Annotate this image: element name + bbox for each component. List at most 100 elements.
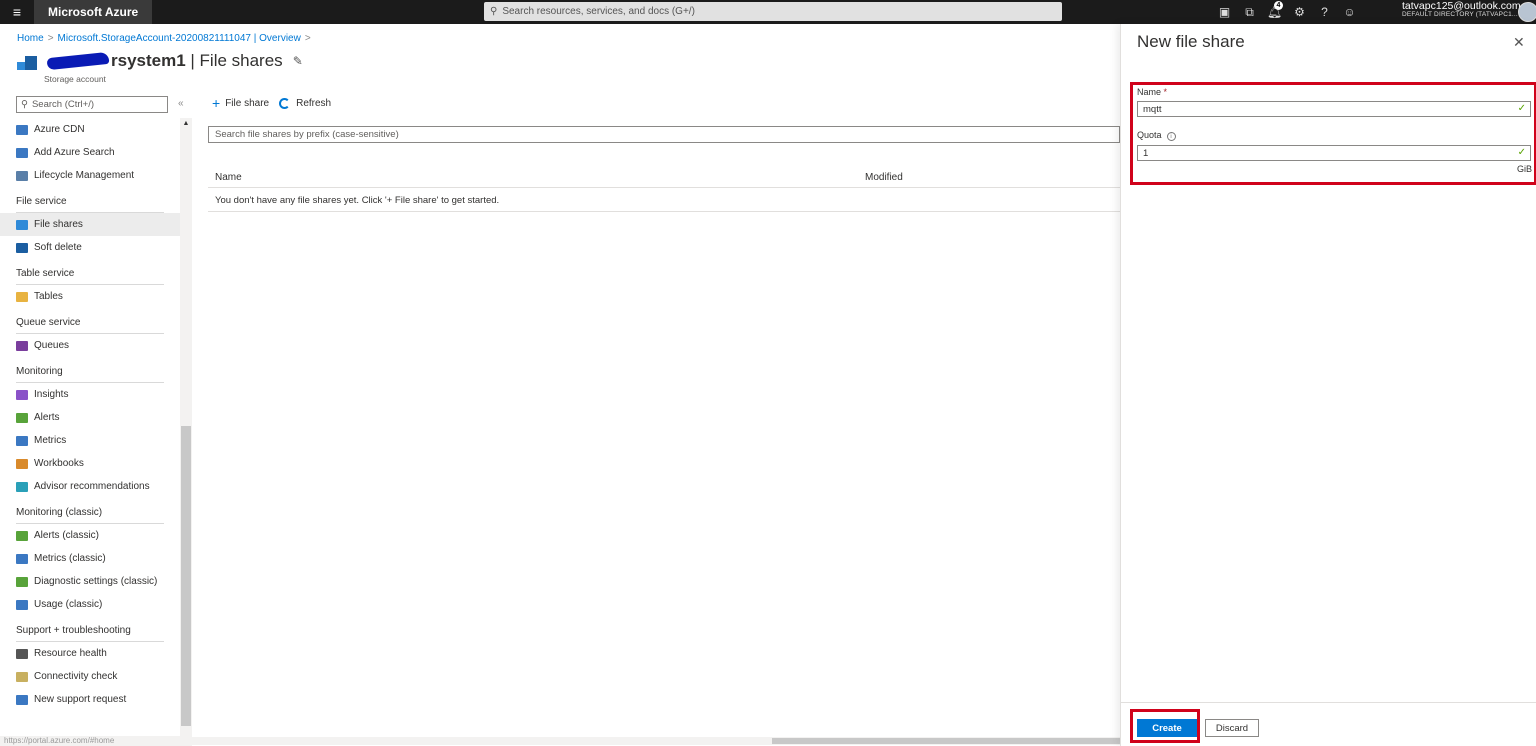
notification-badge: 4 (1274, 1, 1283, 10)
column-header-name[interactable]: Name (215, 172, 242, 183)
sidebar-item-connectivity-check[interactable]: Connectivity check (0, 665, 180, 688)
alerts-classic-icon (16, 530, 28, 541)
hamburger-menu-icon[interactable]: ≡ (0, 0, 34, 24)
page-header: rsystem1 | File shares ✎ (17, 50, 303, 72)
file-shares-icon (16, 219, 28, 230)
sidebar-item-label: Usage (classic) (34, 599, 103, 610)
soft-delete-icon (16, 242, 28, 253)
sidebar-item-label: Resource health (34, 648, 107, 659)
sidebar-item-label: Lifecycle Management (34, 170, 135, 181)
feedback-icon[interactable]: ☺ (1337, 0, 1362, 24)
nav-scroll-thumb[interactable] (181, 426, 191, 726)
sidebar-item-file-shares[interactable]: File shares (0, 213, 180, 236)
cloud-shell-icon[interactable]: ▣ (1212, 0, 1237, 24)
pin-icon[interactable]: ✎ (293, 54, 303, 68)
sidebar-item-insights[interactable]: Insights (0, 383, 180, 406)
valid-check-icon: ✓ (1517, 147, 1526, 158)
breadcrumb-home[interactable]: Home (17, 33, 44, 44)
avatar[interactable] (1518, 2, 1536, 22)
add-file-share-button[interactable]: + File share (212, 96, 269, 110)
close-icon[interactable]: ✕ (1513, 34, 1525, 51)
global-search-input[interactable]: ⚲ Search resources, services, and docs (… (484, 2, 1062, 21)
horizontal-scrollbar[interactable] (192, 737, 1120, 745)
sidebar-item-new-support-request[interactable]: New support request (0, 688, 180, 711)
search-icon: ⚲ (490, 6, 498, 17)
nav-search-input[interactable]: ⚲ Search (Ctrl+/) (16, 96, 168, 113)
add-file-share-label: File share (225, 97, 270, 109)
support-request-icon (16, 694, 28, 705)
info-icon[interactable]: i (1166, 132, 1176, 141)
lifecycle-icon (16, 170, 28, 181)
file-share-filter-input[interactable]: Search file shares by prefix (case-sensi… (208, 126, 1120, 143)
nav-search-placeholder: Search (Ctrl+/) (31, 99, 94, 110)
discard-button[interactable]: Discard (1205, 719, 1259, 737)
sidebar-item-label: Connectivity check (34, 671, 118, 682)
breadcrumb: Home > Microsoft.StorageAccount-2020082111… (17, 33, 315, 44)
sidebar-item-queues[interactable]: Queues (0, 334, 180, 357)
sidebar-item-label: Insights (34, 389, 69, 400)
plus-icon: + (212, 95, 221, 111)
notifications-icon[interactable]: 🔔︎ 4 (1262, 0, 1287, 24)
create-button[interactable]: Create (1137, 719, 1197, 737)
advisor-icon (16, 481, 28, 492)
blade-footer: Create Discard (1121, 702, 1536, 746)
help-icon[interactable]: ? (1312, 0, 1337, 24)
refresh-button[interactable]: Refresh (279, 97, 331, 109)
breadcrumb-overview[interactable]: Microsoft.StorageAccount-20200821111047 … (58, 33, 301, 44)
breadcrumb-separator-icon: > (47, 33, 54, 44)
quota-field-value: 1 (1143, 147, 1149, 159)
breadcrumb-separator-icon: > (304, 33, 311, 44)
sidebar-item-label: Metrics (classic) (34, 553, 106, 564)
sidebar-item-label: Soft delete (34, 242, 82, 253)
sidebar-item-tables[interactable]: Tables (0, 285, 180, 308)
nav-section-header: Queue service (16, 308, 164, 334)
sidebar-item-resource-health[interactable]: Resource health (0, 642, 180, 665)
quota-field[interactable]: 1 ✓ (1137, 145, 1531, 161)
collapse-nav-icon[interactable]: « (178, 98, 184, 109)
sidebar-item-usage-classic[interactable]: Usage (classic) (0, 593, 180, 616)
sidebar-item-label: Tables (34, 291, 63, 302)
sidebar-item-workbooks[interactable]: Workbooks (0, 452, 180, 475)
nav-section-header: Support + troubleshooting (16, 616, 164, 642)
scroll-up-icon[interactable]: ▲ (180, 120, 192, 127)
connectivity-check-icon (16, 671, 28, 682)
sidebar-item-label: Add Azure Search (34, 147, 115, 158)
sidebar-item-label: Azure CDN (34, 124, 85, 135)
queues-icon (16, 340, 28, 351)
blade-title: New file share (1137, 32, 1245, 51)
sidebar-item-metrics[interactable]: Metrics (0, 429, 180, 452)
horizontal-scroll-thumb[interactable] (772, 738, 1120, 744)
sidebar-item-diagnostic-settings-classic[interactable]: Diagnostic settings (classic) (0, 570, 180, 593)
sidebar-item-label: Advisor recommendations (34, 481, 150, 492)
sidebar-item-alerts-classic[interactable]: Alerts (classic) (0, 524, 180, 547)
sidebar-item-add-azure-search[interactable]: Add Azure Search (0, 141, 180, 164)
global-search-placeholder: Search resources, services, and docs (G+… (502, 6, 695, 17)
empty-state-message: You don't have any file shares yet. Clic… (208, 190, 1120, 212)
account-menu[interactable]: tatvapc125@outlook.com DEFAULT DIRECTORY… (1402, 0, 1521, 19)
sidebar-item-metrics-classic[interactable]: Metrics (classic) (0, 547, 180, 570)
name-field[interactable]: mqtt ✓ (1137, 101, 1531, 117)
quota-label: Quota i (1137, 130, 1176, 141)
page-title: rsystem1 | File shares (111, 51, 283, 70)
sidebar-item-label: Queues (34, 340, 70, 351)
nav-section-header: Monitoring (classic) (16, 498, 164, 524)
resource-menu: Azure CDN Add Azure Search Lifecycle Manag… (0, 118, 180, 711)
refresh-icon (279, 97, 291, 109)
sidebar-item-soft-delete[interactable]: Soft delete (0, 236, 180, 259)
sidebar-item-lifecycle-management[interactable]: Lifecycle Management (0, 164, 180, 187)
page-subtitle: Storage account (44, 74, 106, 84)
settings-icon[interactable]: ⚙ (1287, 0, 1312, 24)
search-service-icon (16, 147, 28, 158)
directory-filter-icon[interactable]: ⧉ (1237, 0, 1262, 24)
sidebar-item-azure-cdn[interactable]: Azure CDN (0, 118, 180, 141)
usage-icon (16, 599, 28, 610)
sidebar-item-label: Metrics (34, 435, 67, 446)
valid-check-icon: ✓ (1517, 103, 1526, 114)
nav-section-header: Table service (16, 259, 164, 285)
sidebar-item-advisor-recommendations[interactable]: Advisor recommendations (0, 475, 180, 498)
sidebar-item-label: Diagnostic settings (classic) (34, 576, 158, 587)
sidebar-item-alerts[interactable]: Alerts (0, 406, 180, 429)
app-name[interactable]: Microsoft Azure (34, 0, 153, 24)
nav-scrollbar[interactable]: ▲ (180, 118, 192, 736)
column-header-modified[interactable]: Modified (865, 172, 903, 183)
